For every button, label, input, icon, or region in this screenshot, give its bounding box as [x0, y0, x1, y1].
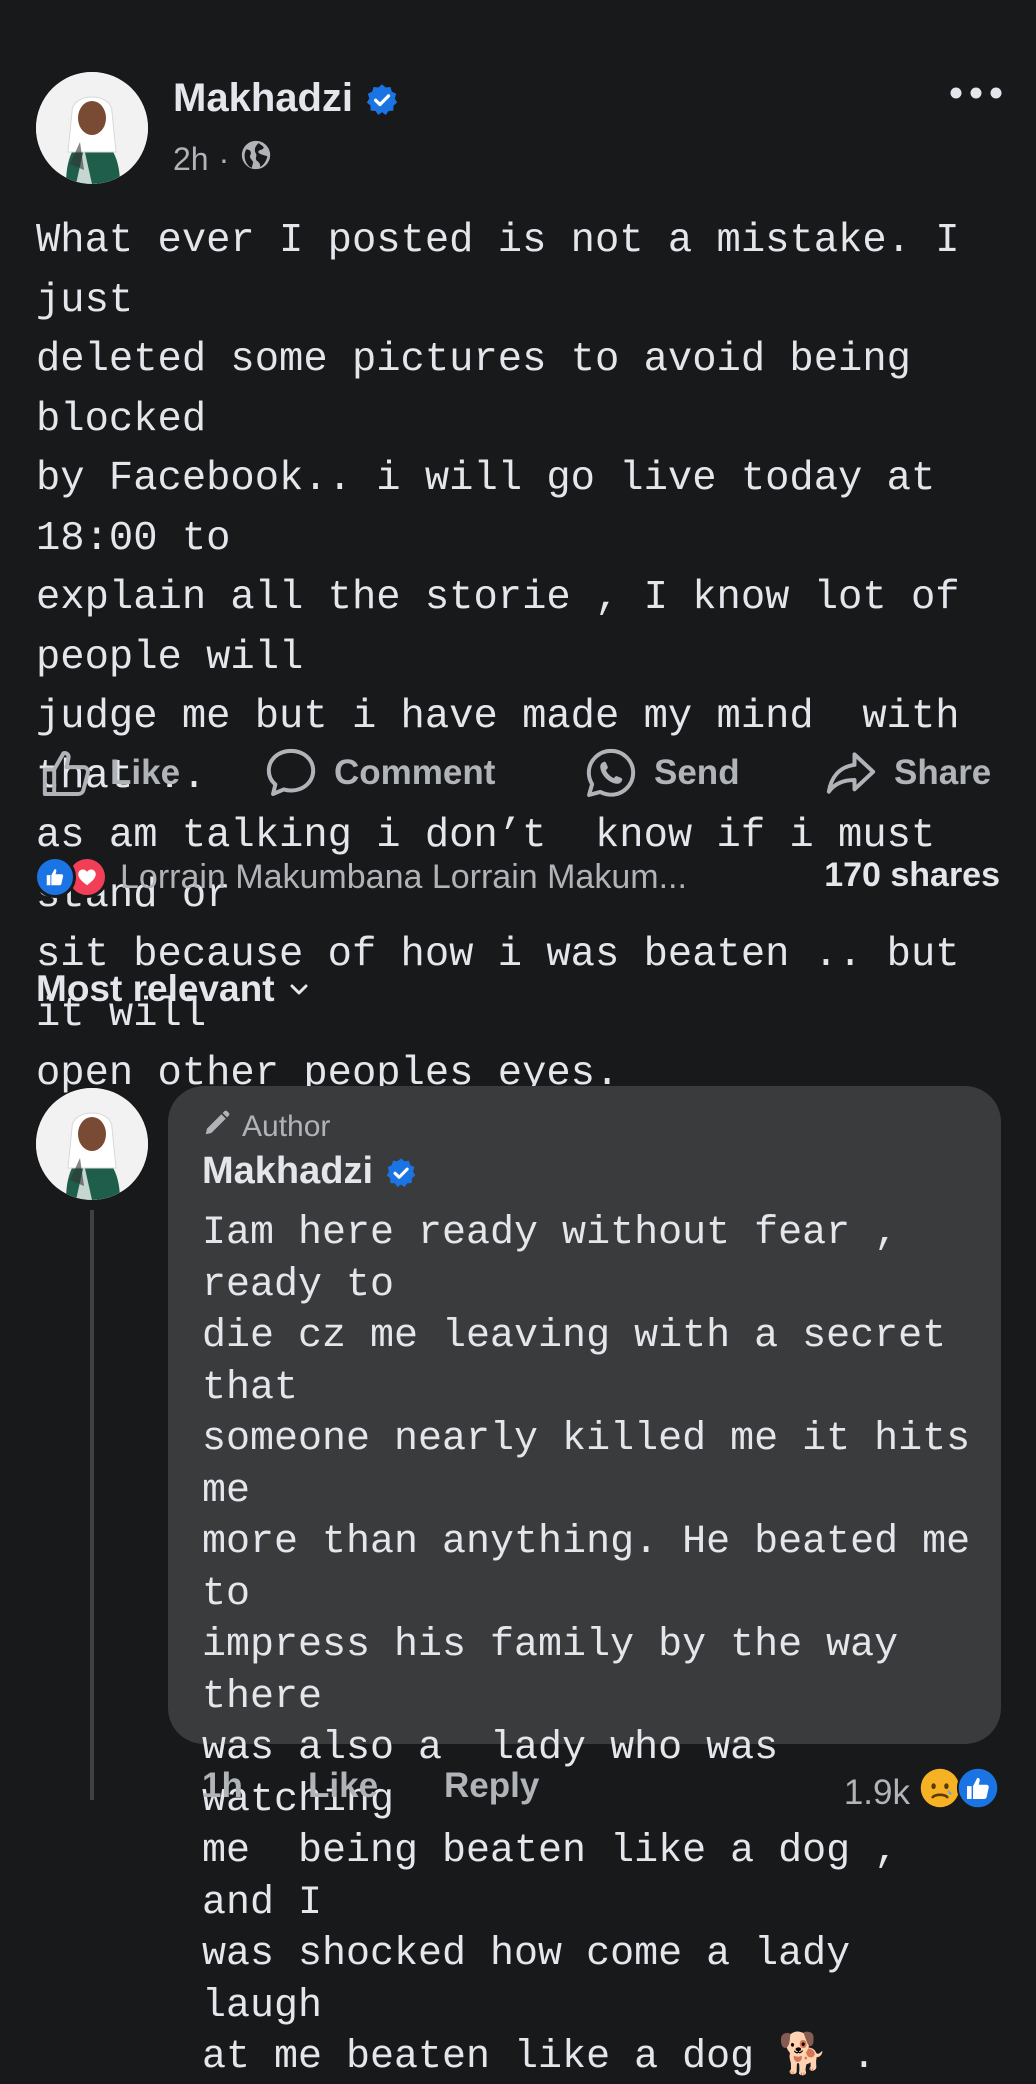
share-label: Share	[894, 753, 992, 792]
post-author-avatar[interactable]	[36, 72, 148, 184]
verified-badge-icon	[385, 1156, 417, 1188]
post-author-name[interactable]: Makhadzi	[173, 76, 399, 121]
author-name-text: Makhadzi	[173, 76, 354, 120]
author-badge-label: Author	[242, 1110, 331, 1143]
comment-author-avatar[interactable]	[36, 1088, 148, 1200]
send-button[interactable]: Send	[582, 745, 740, 801]
sort-label: Most relevant	[36, 968, 275, 1009]
comment-time: 1h	[202, 1766, 243, 1805]
avatar-photo	[36, 72, 148, 184]
share-button[interactable]: Share	[822, 745, 991, 801]
whatsapp-icon	[582, 745, 640, 801]
comment-like-button[interactable]: Like	[308, 1766, 378, 1806]
comment-bubble-icon	[262, 745, 320, 801]
reactions-summary[interactable]: Lorrain Makumbana Lorrain Makum...	[34, 856, 687, 898]
post-meta: 2h ·	[173, 138, 273, 180]
share-arrow-icon	[822, 745, 880, 801]
comment-reactions[interactable]: 1.9k	[844, 1766, 1000, 1819]
reactors-names: Lorrain Makumbana Lorrain Makum...	[120, 857, 687, 896]
like-reaction-icon	[956, 1766, 1000, 1819]
like-label: Like	[110, 753, 181, 792]
send-label: Send	[654, 753, 740, 792]
shares-count[interactable]: 170 shares	[824, 856, 1000, 895]
thread-line	[90, 1210, 94, 1800]
verified-badge-icon	[365, 82, 399, 116]
comment-sort-dropdown[interactable]: Most relevant	[36, 968, 311, 1010]
comment-reply-button[interactable]: Reply	[444, 1766, 539, 1806]
comment-author-name[interactable]: Makhadzi	[202, 1150, 417, 1193]
pencil-icon	[202, 1108, 232, 1146]
like-button[interactable]: Like	[38, 745, 180, 801]
avatar-photo	[36, 1088, 148, 1200]
comment-text: Iam here ready without fear , ready to d…	[202, 1211, 971, 2080]
post-time[interactable]: 2h	[173, 141, 209, 178]
more-dots-icon[interactable]	[948, 70, 1004, 110]
comment-author-text: Makhadzi	[202, 1150, 374, 1192]
author-badge: Author	[202, 1108, 330, 1146]
comment-reaction-count: 1.9k	[843, 1772, 910, 1812]
meta-separator: ·	[218, 140, 230, 177]
chevron-down-icon	[287, 968, 311, 1010]
comment-label: Comment	[334, 753, 496, 792]
like-reaction-icon	[34, 856, 76, 898]
comment-button[interactable]: Comment	[262, 745, 495, 801]
globe-icon	[239, 138, 273, 180]
comment-bubble[interactable]: Author Makhadzi Iam here ready without f…	[168, 1086, 1001, 2080]
thumbs-up-icon	[38, 745, 96, 801]
